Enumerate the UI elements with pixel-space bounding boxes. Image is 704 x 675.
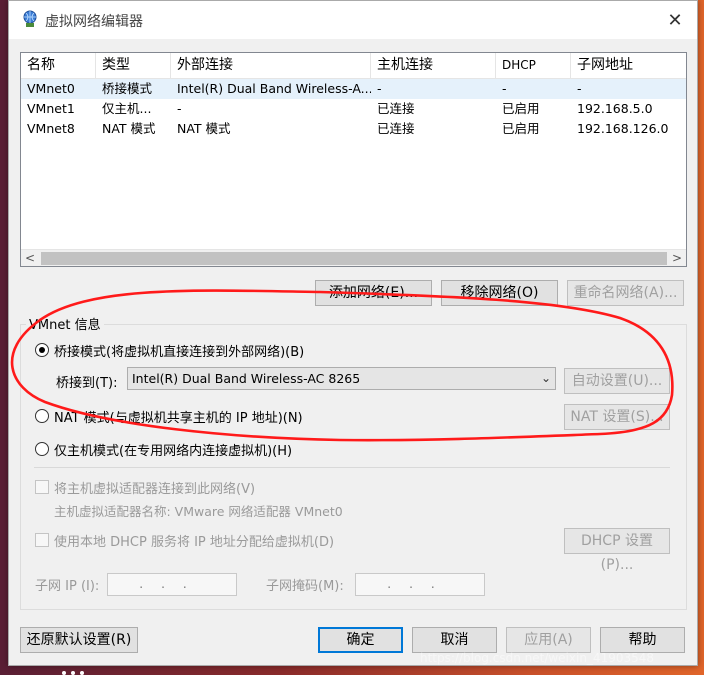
vmnet-info-title: VMnet 信息 <box>26 314 104 333</box>
taskbar-dots <box>62 664 96 675</box>
cell-name: VMnet1 <box>27 101 75 116</box>
local-dhcp-checkbox[interactable] <box>35 533 49 547</box>
cell-name: VMnet0 <box>27 81 75 96</box>
ok-button[interactable]: 确定 <box>318 627 403 653</box>
host-only-radio[interactable] <box>35 442 49 456</box>
table-row[interactable]: VMnet1 仅主机... - 已连接 已启用 192.168.5.0 <box>21 99 686 119</box>
cancel-button[interactable]: 取消 <box>412 627 497 653</box>
subnet-ip-label: 子网 IP (I): <box>35 579 100 594</box>
title-bar: 虚拟网络编辑器 ✕ <box>9 1 697 39</box>
scroll-left-icon[interactable]: < <box>21 250 39 267</box>
remove-network-button[interactable]: 移除网络(O) <box>441 280 558 306</box>
apply-button[interactable]: 应用(A) <box>506 627 591 653</box>
chevron-down-icon: ⌄ <box>540 371 551 385</box>
restore-defaults-button[interactable]: 还原默认设置(R) <box>20 627 138 653</box>
cell-type: NAT 模式 <box>102 121 156 136</box>
horizontal-scrollbar[interactable]: < > <box>21 249 686 266</box>
network-list[interactable]: 名称 类型 外部连接 主机连接 DHCP 子网地址 VMnet0 桥接模式 In… <box>20 52 687 267</box>
cell-subnet: - <box>577 81 582 96</box>
scroll-thumb[interactable] <box>41 252 667 265</box>
table-row[interactable]: VMnet8 NAT 模式 NAT 模式 已连接 已启用 192.168.126… <box>21 119 686 139</box>
network-globe-icon <box>23 10 37 27</box>
cell-name: VMnet8 <box>27 121 75 136</box>
column-header-external[interactable]: 外部连接 <box>171 53 371 79</box>
close-button[interactable]: ✕ <box>653 1 697 39</box>
cell-dhcp: - <box>502 81 507 96</box>
cell-type: 桥接模式 <box>102 81 153 96</box>
watermark: https://blog.csdn.net/weixin_41903548 <box>420 651 655 665</box>
virtual-network-editor-dialog: 虚拟网络编辑器 ✕ 名称 类型 外部连接 主机连接 DHCP 子网地址 VMne… <box>8 0 698 666</box>
column-header-host[interactable]: 主机连接 <box>371 53 496 79</box>
window-title: 虚拟网络编辑器 <box>45 14 143 30</box>
cell-host: - <box>377 81 382 96</box>
nat-settings-button[interactable]: NAT 设置(S)... <box>564 404 670 430</box>
nat-mode-label[interactable]: NAT 模式(与虚拟机共享主机的 IP 地址)(N) <box>54 407 303 426</box>
cell-external: Intel(R) Dual Band Wireless-A... <box>177 81 371 96</box>
connect-adapter-checkbox[interactable] <box>35 480 49 494</box>
dhcp-settings-button[interactable]: DHCP 设置(P)... <box>564 528 670 573</box>
cell-subnet: 192.168.5.0 <box>577 101 653 116</box>
connect-adapter-label[interactable]: 将主机虚拟适配器连接到此网络(V) <box>54 478 255 497</box>
help-button[interactable]: 帮助 <box>600 627 685 653</box>
cell-type: 仅主机... <box>102 101 152 116</box>
cell-subnet: 192.168.126.0 <box>577 121 669 136</box>
bridge-mode-label[interactable]: 桥接模式(将虚拟机直接连接到外部网络)(B) <box>54 341 304 360</box>
cell-dhcp: 已启用 <box>502 101 540 116</box>
adapter-name-label: 主机虚拟适配器名称: VMware 网络适配器 VMnet0 <box>54 504 343 519</box>
cell-dhcp: 已启用 <box>502 121 540 136</box>
column-header-subnet[interactable]: 子网地址 <box>571 53 688 79</box>
cell-host: 已连接 <box>377 101 415 116</box>
cell-external: - <box>177 101 182 116</box>
column-header-type[interactable]: 类型 <box>96 53 171 79</box>
rename-network-button[interactable]: 重命名网络(A)... <box>567 280 684 306</box>
bridge-to-value: Intel(R) Dual Band Wireless-AC 8265 <box>132 371 361 386</box>
scroll-right-icon[interactable]: > <box>668 250 686 267</box>
subnet-ip-input[interactable]: ... <box>107 573 237 596</box>
nat-mode-radio[interactable] <box>35 409 49 423</box>
column-header-name[interactable]: 名称 <box>21 53 96 79</box>
subnet-mask-input[interactable]: ... <box>355 573 485 596</box>
column-header-dhcp[interactable]: DHCP <box>496 53 571 79</box>
list-header: 名称 类型 外部连接 主机连接 DHCP 子网地址 <box>21 53 686 79</box>
cell-host: 已连接 <box>377 121 415 136</box>
auto-settings-button[interactable]: 自动设置(U)... <box>564 368 670 394</box>
bridge-to-select[interactable]: Intel(R) Dual Band Wireless-AC 8265 ⌄ <box>127 367 556 390</box>
bridge-mode-radio[interactable] <box>35 343 49 357</box>
subnet-mask-label: 子网掩码(M): <box>266 579 344 594</box>
host-only-label[interactable]: 仅主机模式(在专用网络内连接虚拟机)(H) <box>54 440 292 459</box>
divider <box>34 467 670 468</box>
table-row[interactable]: VMnet0 桥接模式 Intel(R) Dual Band Wireless-… <box>21 79 686 99</box>
bridge-to-label: 桥接到(T): <box>56 376 118 391</box>
local-dhcp-label[interactable]: 使用本地 DHCP 服务将 IP 地址分配给虚拟机(D) <box>54 531 334 550</box>
add-network-button[interactable]: 添加网络(E)... <box>315 280 432 306</box>
cell-external: NAT 模式 <box>177 121 231 136</box>
